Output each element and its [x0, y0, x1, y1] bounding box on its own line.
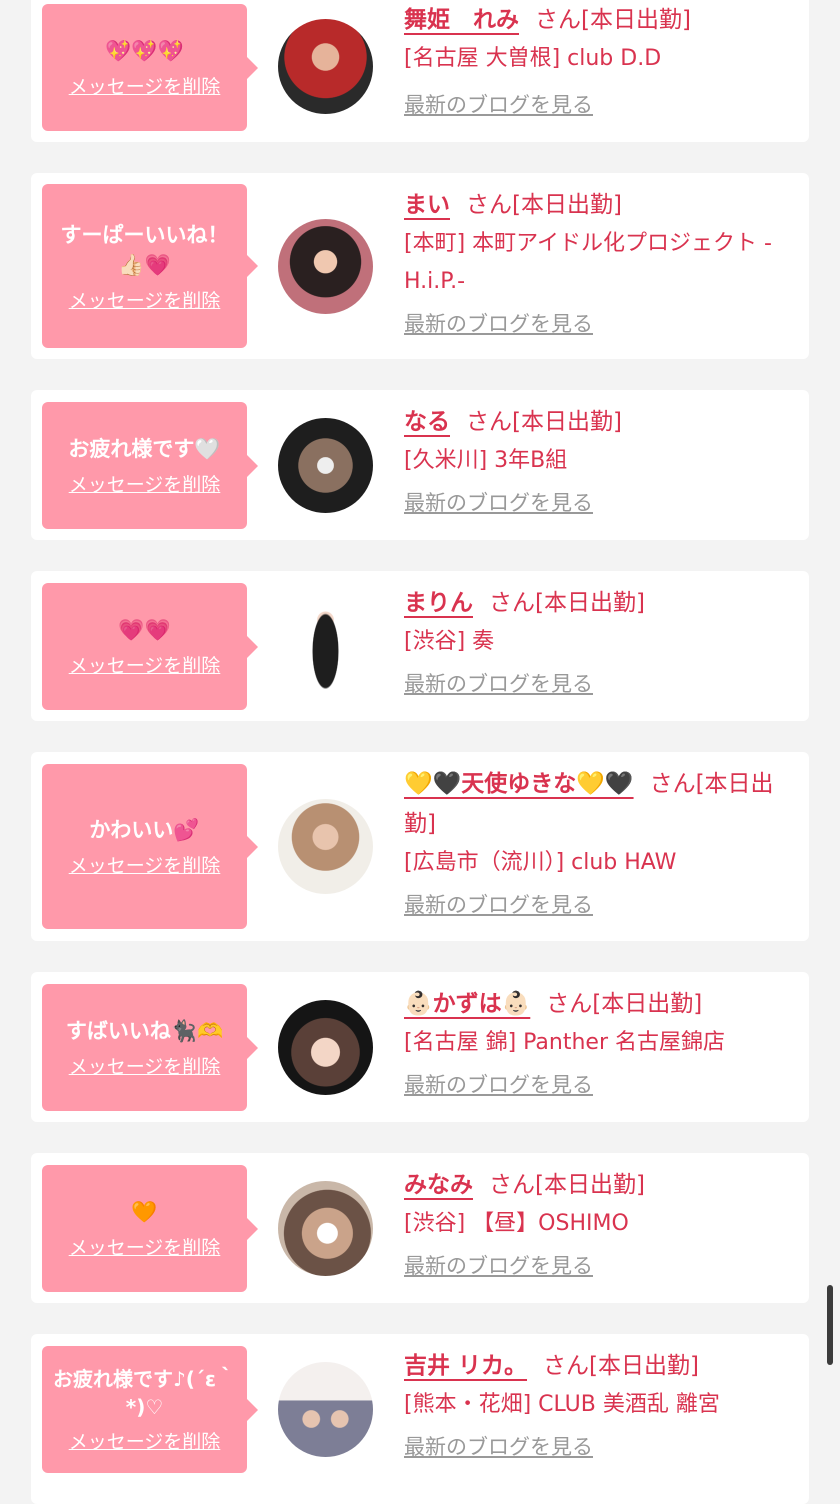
shop-text: [本町] 本町アイドル化プロジェクト -H.i.P.- — [404, 231, 772, 294]
avatar[interactable] — [278, 1181, 373, 1276]
cast-name-link[interactable]: 💛🖤天使ゆきな💛🖤 — [404, 771, 634, 797]
list-item: 💖💖💖 メッセージを削除 舞姫 れみ さん[本日出勤] [名古屋 大曽根] clu… — [31, 0, 809, 142]
cast-name-link[interactable]: なる — [404, 409, 450, 435]
status-text: さん[本日出勤] — [466, 409, 622, 435]
delete-message-link[interactable]: メッセージを削除 — [69, 1427, 221, 1454]
message-bubble: 💖💖💖 メッセージを削除 — [42, 4, 258, 131]
latest-blog-link[interactable]: 最新のブログを見る — [404, 1430, 593, 1464]
latest-blog-link[interactable]: 最新のブログを見る — [404, 307, 593, 341]
status-text: さん[本日出勤] — [466, 192, 622, 218]
cast-name-link[interactable]: 👶🏻かずは👶🏻 — [404, 991, 530, 1017]
status-text: さん[本日出勤] — [489, 590, 645, 616]
shop-text: [渋谷] 奏 — [404, 629, 495, 654]
name-line: なる さん[本日出勤] — [404, 402, 799, 442]
status-text: さん[本日出勤] — [546, 991, 703, 1017]
message-text: 🧡 — [131, 1200, 158, 1224]
message-text: お疲れ様です♪(´ε｀*)♡ — [52, 1367, 237, 1419]
scrollbar[interactable] — [827, 1285, 833, 1365]
name-line: 💛🖤天使ゆきな💛🖤 さん[本日出勤] — [404, 764, 799, 844]
delete-message-link[interactable]: メッセージを削除 — [69, 651, 221, 678]
delete-message-link[interactable]: メッセージを削除 — [69, 72, 221, 99]
list-item: 💗💗 メッセージを削除 まりん さん[本日出勤] [渋谷] 奏 最新のブログを見る — [31, 571, 809, 721]
avatar[interactable] — [278, 1362, 373, 1457]
latest-blog-link[interactable]: 最新のブログを見る — [404, 1068, 593, 1102]
latest-blog-link[interactable]: 最新のブログを見る — [404, 486, 593, 520]
message-bubble: すーぱーいいね！👍🏻💗 メッセージを削除 — [42, 184, 258, 348]
list-item: お疲れ様です🤍 メッセージを削除 なる さん[本日出勤] [久米川] 3年B組 最… — [31, 390, 809, 540]
cast-name-link[interactable]: みなみ — [404, 1172, 473, 1198]
avatar[interactable] — [278, 599, 373, 694]
shop-text: [名古屋 錦] Panther 名古屋錦店 — [404, 1030, 725, 1055]
avatar[interactable] — [278, 418, 373, 513]
list-item: かわいい💕 メッセージを削除 💛🖤天使ゆきな💛🖤 さん[本日出勤] [広島市（流川… — [31, 752, 809, 941]
shop-text: [広島市（流川）] club HAW — [404, 850, 677, 875]
message-text: すーぱーいいね！👍🏻💗 — [60, 222, 229, 277]
message-bubble: かわいい💕 メッセージを削除 — [42, 764, 258, 929]
name-line: みなみ さん[本日出勤] — [404, 1165, 799, 1205]
name-line: まりん さん[本日出勤] — [404, 583, 799, 623]
latest-blog-link[interactable]: 最新のブログを見る — [404, 888, 593, 922]
name-line: まい さん[本日出勤] — [404, 185, 799, 225]
status-text: さん[本日出勤] — [543, 1353, 699, 1379]
avatar[interactable] — [278, 1000, 373, 1095]
cast-name-link[interactable]: 吉井 リカ。 — [404, 1353, 527, 1379]
list-item: すばいいね🐈‍⬛🫶 メッセージを削除 👶🏻かずは👶🏻 さん[本日出勤] [名古屋 … — [31, 972, 809, 1122]
avatar[interactable] — [278, 19, 373, 114]
message-bubble: 💗💗 メッセージを削除 — [42, 583, 258, 710]
delete-message-link[interactable]: メッセージを削除 — [69, 1233, 221, 1260]
list-item: お疲れ様です♪(´ε｀*)♡ メッセージを削除 吉井 リカ。 さん[本日出勤] [… — [31, 1334, 809, 1504]
shop-text: [久米川] 3年B組 — [404, 448, 568, 473]
delete-message-link[interactable]: メッセージを削除 — [69, 470, 221, 497]
name-line: 吉井 リカ。 さん[本日出勤] — [404, 1346, 799, 1386]
message-bubble: すばいいね🐈‍⬛🫶 メッセージを削除 — [42, 984, 258, 1111]
cast-name-link[interactable]: まい — [404, 192, 450, 218]
cast-name-link[interactable]: まりん — [404, 590, 473, 616]
delete-message-link[interactable]: メッセージを削除 — [69, 286, 221, 313]
message-bubble: お疲れ様です🤍 メッセージを削除 — [42, 402, 258, 529]
list-item: 🧡 メッセージを削除 みなみ さん[本日出勤] [渋谷] 【昼】OSHIMO 最新… — [31, 1153, 809, 1303]
status-text: さん[本日出勤] — [489, 1172, 645, 1198]
delete-message-link[interactable]: メッセージを削除 — [69, 851, 221, 878]
latest-blog-link[interactable]: 最新のブログを見る — [404, 1249, 593, 1283]
list-item: すーぱーいいね！👍🏻💗 メッセージを削除 まい さん[本日出勤] [本町] 本町ア… — [31, 173, 809, 359]
message-bubble: 🧡 メッセージを削除 — [42, 1165, 258, 1292]
message-bubble: お疲れ様です♪(´ε｀*)♡ メッセージを削除 — [42, 1346, 258, 1473]
shop-text: [名古屋 大曽根] club D.D — [404, 46, 662, 71]
delete-message-link[interactable]: メッセージを削除 — [69, 1052, 221, 1079]
avatar[interactable] — [278, 799, 373, 894]
avatar[interactable] — [278, 219, 373, 314]
message-text: 💖💖💖 — [105, 39, 184, 63]
latest-blog-link[interactable]: 最新のブログを見る — [404, 667, 593, 701]
cast-name-link[interactable]: 舞姫 れみ — [404, 7, 519, 33]
message-text: お疲れ様です🤍 — [68, 437, 221, 461]
message-text: かわいい💕 — [89, 818, 200, 842]
latest-blog-link[interactable]: 最新のブログを見る — [404, 88, 593, 122]
shop-text: [渋谷] 【昼】OSHIMO — [404, 1211, 629, 1236]
message-text: 💗💗 — [118, 618, 171, 642]
message-text: すばいいね🐈‍⬛🫶 — [65, 1019, 224, 1043]
shop-text: [熊本・花畑] CLUB 美酒乱 離宮 — [404, 1392, 720, 1417]
status-text: さん[本日出勤] — [535, 7, 691, 33]
name-line: 👶🏻かずは👶🏻 さん[本日出勤] — [404, 984, 799, 1024]
name-line: 舞姫 れみ さん[本日出勤] — [404, 0, 799, 40]
